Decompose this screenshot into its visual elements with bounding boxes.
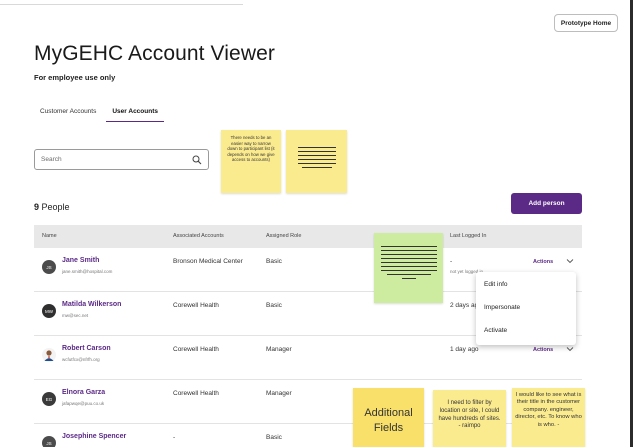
column-header-accounts: Associated Accounts	[173, 233, 224, 239]
add-person-button[interactable]: Add person	[511, 193, 582, 214]
assigned-role: Basic	[266, 302, 282, 309]
associated-account: Bronson Medical Center	[173, 258, 243, 265]
menu-item-activate[interactable]: Activate	[484, 327, 507, 334]
associated-account: Corewell Health	[173, 346, 219, 353]
chevron-down-icon[interactable]	[566, 258, 574, 264]
menu-item-impersonate[interactable]: Impersonate	[484, 304, 520, 311]
avatar: JS	[42, 260, 56, 274]
user-email: wcfutfcx@nfrfh.org	[62, 357, 100, 362]
assigned-role: Basic	[266, 258, 282, 265]
assigned-role: Basic	[266, 434, 282, 441]
page-title: MyGEHC Account Viewer	[34, 42, 275, 65]
user-name-link[interactable]: Elnora Garza	[62, 389, 105, 396]
avatar-photo	[42, 348, 56, 362]
last-logged-in: -	[450, 258, 453, 265]
sticky-note-filter: There needs to be an easier way to narro…	[221, 130, 281, 193]
user-name-link[interactable]: Matilda Wilkerson	[62, 301, 121, 308]
column-header-role: Assigned Role	[266, 233, 302, 239]
user-name-link[interactable]: Jane Smith	[62, 257, 99, 264]
search-input[interactable]: Search	[34, 149, 209, 170]
people-count-number: 9	[34, 202, 40, 212]
avatar: MW	[42, 304, 56, 318]
sticky-note-filter-text: There needs to be an easier way to narro…	[227, 135, 275, 163]
column-header-name: Name	[42, 233, 57, 239]
sticky-note-location-text: I need to filter by location or site, I …	[438, 400, 501, 430]
avatar: EG	[42, 392, 56, 406]
user-email: mw@sec.net	[62, 313, 89, 318]
sticky-note-title: I would like to see what is their title …	[512, 388, 585, 447]
sticky-note-green	[374, 233, 443, 303]
people-count: 9 People	[34, 202, 70, 212]
sticky-note-lines	[380, 246, 437, 282]
page-subtitle: For employee use only	[34, 73, 116, 82]
search-placeholder: Search	[41, 156, 62, 163]
assigned-role: Manager	[266, 390, 292, 397]
sticky-note-additional-fields: Additional Fields	[353, 388, 424, 447]
people-count-label: People	[41, 202, 70, 212]
assigned-role: Manager	[266, 346, 292, 353]
user-name-link[interactable]: Robert Carson	[62, 345, 111, 352]
sticky-note-additional-fields-text: Additional Fields	[364, 407, 413, 434]
associated-account: -	[173, 434, 176, 441]
user-photo-icon	[42, 348, 56, 362]
user-name-link[interactable]: Josephine Spencer	[62, 433, 126, 440]
menu-item-edit-info[interactable]: Edit info	[484, 281, 508, 288]
account-tabs: Customer Accounts User Accounts	[34, 104, 164, 122]
tab-user-accounts[interactable]: User Accounts	[106, 104, 164, 122]
sticky-note-lines	[297, 147, 336, 171]
actions-menu: Edit info Impersonate Activate	[476, 272, 576, 345]
user-email: jafapwqe@puu.co.uk	[62, 401, 105, 406]
avatar: JS	[42, 436, 56, 447]
sticky-note-location: I need to filter by location or site, I …	[433, 390, 506, 447]
actions-button[interactable]: Actions	[533, 259, 553, 265]
sticky-note-title-text: I would like to see what is their title …	[515, 392, 582, 428]
sticky-note-placeholder	[286, 130, 347, 193]
user-email: jane.smith@hospital.com	[62, 269, 113, 274]
prototype-home-button[interactable]: Prototype Home	[554, 14, 618, 32]
top-divider	[0, 4, 243, 5]
tab-customer-accounts[interactable]: Customer Accounts	[34, 104, 102, 122]
chevron-down-icon[interactable]	[566, 346, 574, 352]
search-icon	[192, 155, 202, 165]
table-header: Name Associated Accounts Assigned Role L…	[34, 225, 582, 248]
last-logged-in: 1 day ago	[450, 346, 479, 353]
actions-button[interactable]: Actions	[533, 347, 553, 353]
associated-account: Corewell Health	[173, 302, 219, 309]
column-header-last-login: Last Logged In	[450, 233, 487, 239]
associated-account: Corewell Health	[173, 390, 219, 397]
